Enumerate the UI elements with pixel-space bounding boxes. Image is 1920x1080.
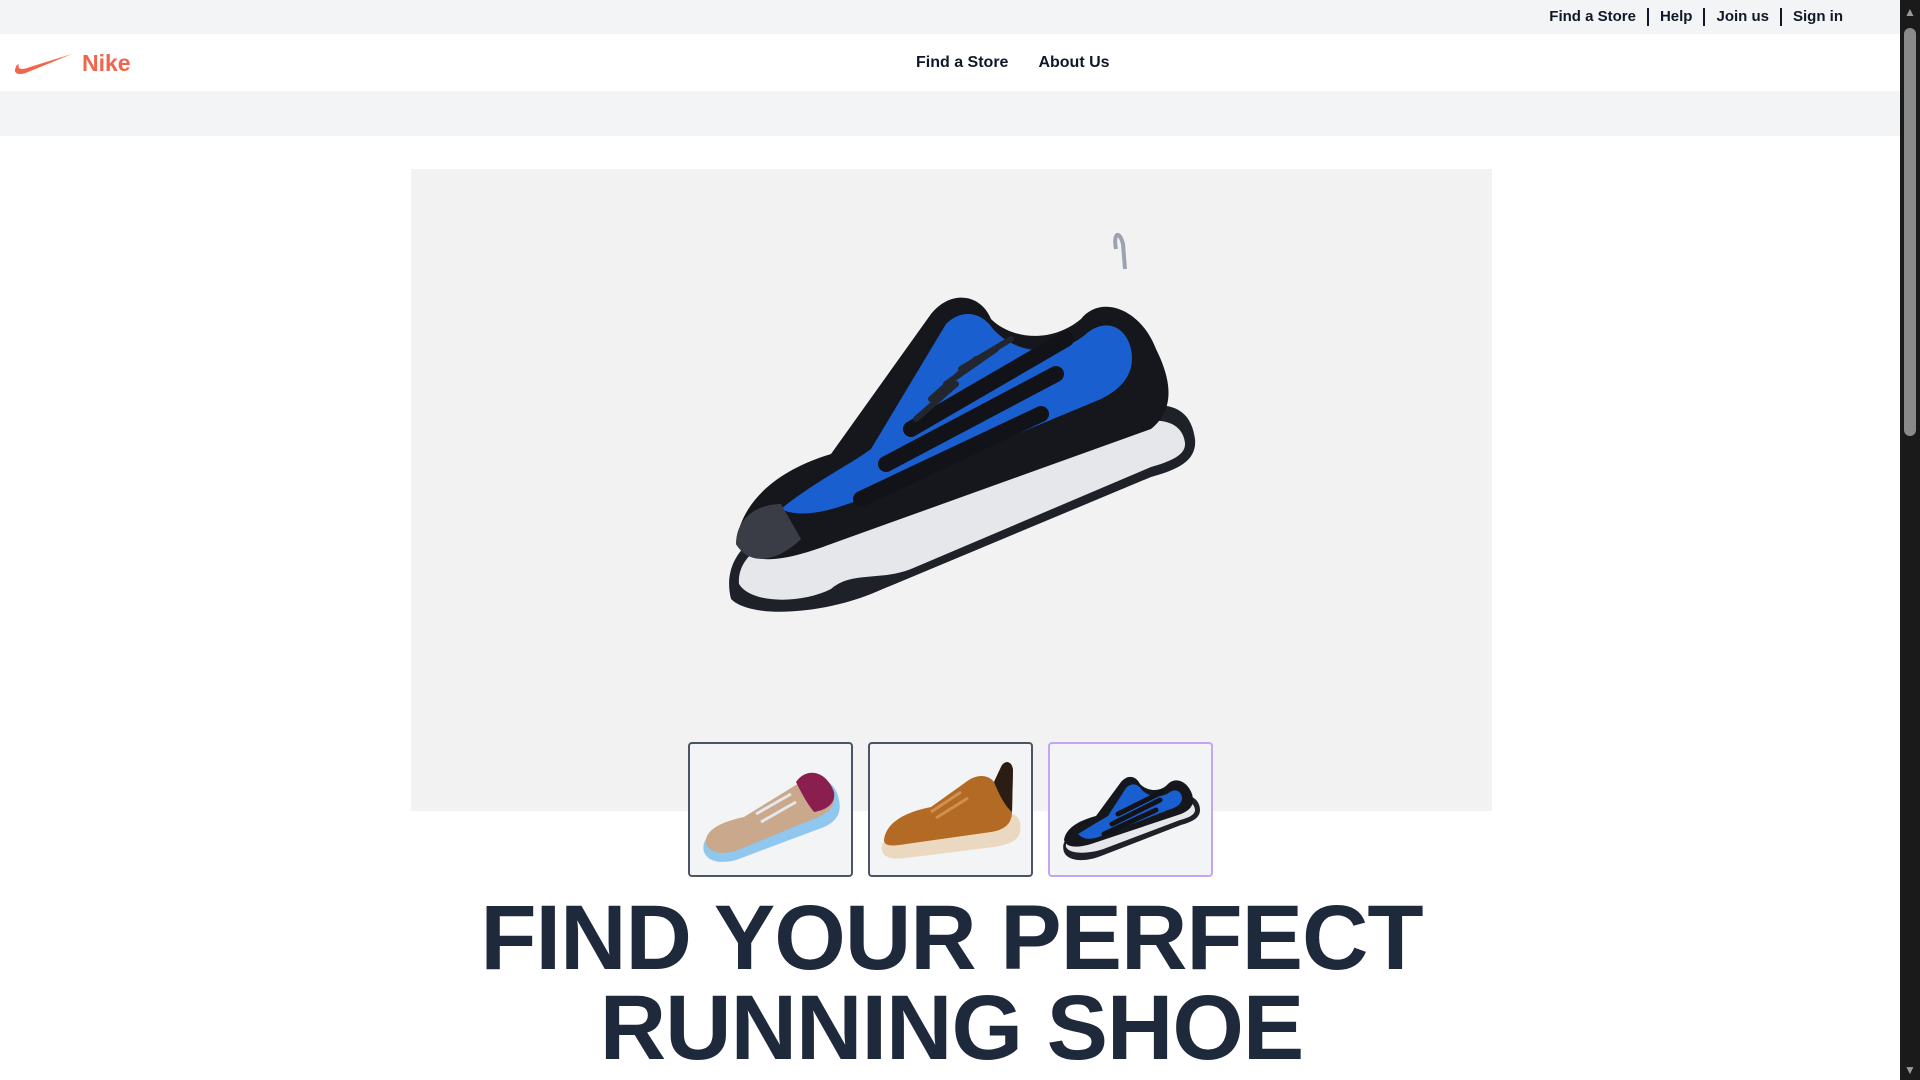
utility-link-join-us[interactable]: Join us bbox=[1703, 8, 1780, 26]
page-scrollbar[interactable]: ▲ ▼ bbox=[1900, 0, 1920, 1080]
headline-line-1: FIND YOUR PERFECT bbox=[480, 887, 1423, 989]
thumbnail-blue-trail-shoe-selected[interactable] bbox=[1048, 742, 1213, 877]
sub-nav-band bbox=[0, 91, 1900, 136]
brand-logo[interactable]: Nike bbox=[14, 46, 131, 80]
tan-purple-shoe-image bbox=[702, 772, 840, 862]
blue-trail-shoe-image bbox=[1062, 776, 1200, 861]
brand-name: Nike bbox=[82, 49, 131, 76]
scroll-up-arrow-icon[interactable]: ▲ bbox=[1900, 4, 1920, 20]
hero-headline: FIND YOUR PERFECT RUNNING SHOE bbox=[411, 892, 1492, 1074]
main-nav: Nike Find a Store About Us bbox=[0, 34, 1900, 91]
utility-links: Find a Store Help Join us Sign in bbox=[1538, 0, 1854, 34]
thumbnail-tan-purple-shoe[interactable] bbox=[688, 742, 853, 877]
nav-link-find-a-store[interactable]: Find a Store bbox=[916, 54, 1008, 72]
utility-bar: Find a Store Help Join us Sign in bbox=[0, 0, 1900, 34]
thumbnail-strip bbox=[688, 742, 1228, 877]
utility-link-help[interactable]: Help bbox=[1646, 8, 1704, 26]
nav-link-about-us[interactable]: About Us bbox=[1038, 54, 1109, 72]
hero-shoe-image bbox=[729, 233, 1196, 612]
swoosh-icon bbox=[15, 54, 72, 74]
utility-link-find-a-store[interactable]: Find a Store bbox=[1538, 8, 1647, 26]
thumbnail-brown-leather-sneaker[interactable] bbox=[868, 742, 1033, 877]
utility-link-sign-in[interactable]: Sign in bbox=[1780, 8, 1854, 26]
scrollbar-thumb[interactable] bbox=[1904, 28, 1916, 436]
hero-image-panel bbox=[411, 169, 1492, 811]
scroll-down-arrow-icon[interactable]: ▼ bbox=[1900, 1062, 1920, 1078]
headline-line-2: RUNNING SHOE bbox=[599, 977, 1305, 1079]
brown-leather-sneaker-image bbox=[881, 762, 1020, 859]
nav-links: Find a Store About Us bbox=[916, 34, 1140, 91]
